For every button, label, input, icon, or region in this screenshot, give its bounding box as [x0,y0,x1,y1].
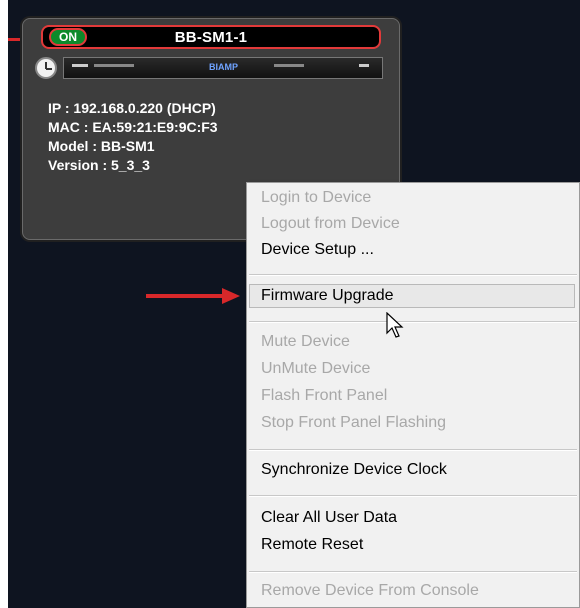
menu-separator [249,495,577,497]
panel-indicator [94,64,134,67]
device-ip: IP : 192.168.0.220 (DHCP) [48,100,216,116]
context-menu: Login to Device Logout from Device Devic… [246,182,580,608]
menu-item-flash-panel[interactable]: Flash Front Panel [261,387,387,405]
panel-indicator [359,64,369,67]
device-model: Model : BB-SM1 [48,138,155,154]
mouse-pointer-icon [386,312,404,338]
menu-item-unmute[interactable]: UnMute Device [261,360,370,378]
device-front-panel-image: BIAMP [63,57,383,79]
menu-item-sync-clock[interactable]: Synchronize Device Clock [261,461,447,479]
menu-separator [249,274,577,276]
device-name: BB-SM1-1 [174,29,248,46]
menu-item-remove-device[interactable]: Remove Device From Console [261,582,479,600]
panel-indicator [72,64,88,67]
device-title-bar[interactable]: ON BB-SM1-1 [41,25,381,49]
menu-item-remote-reset[interactable]: Remote Reset [261,536,363,554]
annotation-arrow-head [222,288,240,304]
menu-item-login[interactable]: Login to Device [261,189,371,207]
menu-item-logout[interactable]: Logout from Device [261,215,400,233]
device-mac: MAC : EA:59:21:E9:9C:F3 [48,119,218,135]
clock-icon[interactable] [35,57,57,79]
device-info: IP : 192.168.0.220 (DHCP) MAC : EA:59:21… [48,99,218,175]
front-panel-logo: BIAMP [209,62,238,72]
menu-item-stop-flashing[interactable]: Stop Front Panel Flashing [261,414,446,432]
device-version: Version : 5_3_3 [48,157,150,173]
panel-indicator [274,64,304,67]
annotation-arrow [146,294,226,298]
menu-separator [249,571,577,573]
menu-item-firmware-upgrade[interactable]: Firmware Upgrade [261,287,393,305]
menu-item-mute[interactable]: Mute Device [261,333,350,351]
menu-item-clear-user-data[interactable]: Clear All User Data [261,509,397,527]
menu-separator [249,449,577,451]
menu-separator [249,321,577,323]
menu-item-device-setup[interactable]: Device Setup ... [261,241,374,259]
